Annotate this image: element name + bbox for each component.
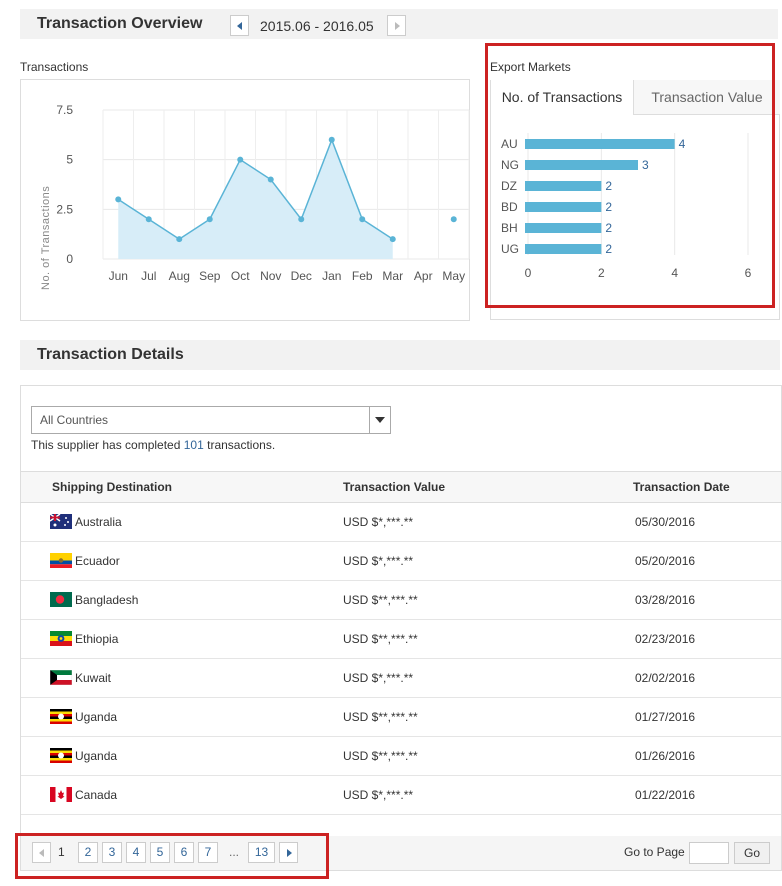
cell-date: 05/30/2016 [635, 515, 696, 529]
x-tick-label-nov: Nov [260, 269, 281, 283]
cell-destination: Uganda [75, 749, 118, 763]
data-point-jul[interactable] [145, 216, 152, 223]
goto-page-input[interactable] [689, 842, 729, 864]
transactions-line-chart: 0 2.5 5 7.5 Jun Jul Aug Sep Oct Nov Dec Jan Feb Mar A… [40, 103, 470, 290]
data-point-jun[interactable] [115, 196, 122, 203]
period-label: 2015.06 - 2016.05 [260, 18, 374, 34]
x-tick-label-jun: Jun [109, 269, 128, 283]
cell-destination: Canada [75, 788, 118, 802]
details-title: Transaction Details [37, 346, 184, 363]
transactions-summary: This supplier has completed 101 transact… [31, 438, 275, 452]
cell-value: USD $**,***.** [343, 749, 418, 763]
y-tick-label: 2.5 [56, 202, 73, 216]
x-tick-label-apr: Apr [414, 269, 433, 283]
chevron-left-icon [237, 22, 242, 30]
cell-destination: Australia [75, 515, 122, 529]
chevron-down-icon[interactable] [369, 407, 390, 433]
cell-date: 01/22/2016 [635, 788, 696, 802]
x-tick-label-sep: Sep [199, 269, 221, 283]
cell-value: USD $*,***.** [343, 515, 414, 529]
uganda-flag-icon [50, 748, 72, 763]
data-point-nov[interactable] [267, 176, 274, 183]
cell-destination: Kuwait [75, 671, 112, 685]
previous-period-button[interactable] [230, 15, 249, 36]
cell-value: USD $*,***.** [343, 671, 414, 685]
cell-value: USD $*,***.** [343, 554, 414, 568]
y-tick-label: 5 [66, 153, 73, 167]
x-tick-label-dec: Dec [291, 269, 312, 283]
overview-title: Transaction Overview [37, 15, 203, 32]
ethiopia-flag-icon [50, 631, 72, 646]
cell-date: 02/02/2016 [635, 671, 696, 685]
transactions-chart-panel: 0 2.5 5 7.5 Jun Jul Aug Sep Oct Nov Dec Jan Feb Mar A… [20, 79, 470, 321]
x-tick-label-jan: Jan [322, 269, 341, 283]
uganda-flag-icon [50, 709, 72, 724]
cell-destination: Uganda [75, 710, 118, 724]
next-period-button[interactable] [387, 15, 406, 36]
transactions-chart-caption: Transactions [20, 60, 89, 74]
ecuador-flag-icon [50, 553, 72, 568]
cell-date: 01/26/2016 [635, 749, 696, 763]
y-tick-label: 0 [66, 252, 73, 266]
kuwait-flag-icon [50, 670, 72, 685]
x-tick-label-oct: Oct [231, 269, 250, 283]
cell-destination: Bangladesh [75, 593, 139, 607]
data-point-may[interactable] [450, 216, 457, 223]
cell-date: 05/20/2016 [635, 554, 696, 568]
canada-flag-icon [50, 787, 72, 802]
cell-destination: Ethiopia [75, 632, 119, 646]
cell-value: USD $**,***.** [343, 593, 418, 607]
summary-suffix: transactions. [203, 438, 276, 452]
summary-prefix: This supplier has completed [31, 438, 184, 452]
data-point-dec[interactable] [298, 216, 305, 223]
column-header-date: Transaction Date [633, 480, 730, 494]
summary-count: 101 [183, 438, 204, 452]
x-tick-label-mar: Mar [382, 269, 403, 283]
bangladesh-flag-icon [50, 592, 72, 607]
cell-value: USD $**,***.** [343, 632, 418, 646]
country-filter-select[interactable]: All Countries [31, 406, 391, 434]
column-header-value: Transaction Value [343, 480, 446, 494]
y-tick-label: 7.5 [56, 103, 73, 117]
x-tick-label-may: May [442, 269, 465, 283]
cell-value: USD $*,***.** [343, 788, 414, 802]
data-point-aug[interactable] [176, 236, 183, 243]
y-axis-label: No. of Transactions [40, 186, 52, 290]
x-tick-label-jul: Jul [141, 269, 156, 283]
data-point-mar[interactable] [389, 236, 396, 243]
export-markets-highlight-box [485, 43, 775, 308]
cell-date: 03/28/2016 [635, 593, 696, 607]
x-tick-label-feb: Feb [352, 269, 373, 283]
chevron-right-icon [395, 22, 400, 30]
country-filter-value: All Countries [40, 413, 109, 427]
cell-date: 01/27/2016 [635, 710, 696, 724]
goto-page-label: Go to Page [624, 845, 685, 859]
data-point-feb[interactable] [359, 216, 366, 223]
column-header-destination: Shipping Destination [52, 480, 172, 494]
cell-destination: Ecuador [75, 554, 120, 568]
cell-value: USD $**,***.** [343, 710, 418, 724]
pagination-highlight-box [15, 833, 329, 879]
australia-flag-icon [50, 514, 72, 529]
data-point-jan[interactable] [328, 136, 335, 143]
goto-page-button[interactable]: Go [734, 842, 770, 864]
data-point-sep[interactable] [206, 216, 213, 223]
data-point-oct[interactable] [237, 156, 244, 163]
cell-date: 02/23/2016 [635, 632, 696, 646]
x-tick-label-aug: Aug [169, 269, 190, 283]
